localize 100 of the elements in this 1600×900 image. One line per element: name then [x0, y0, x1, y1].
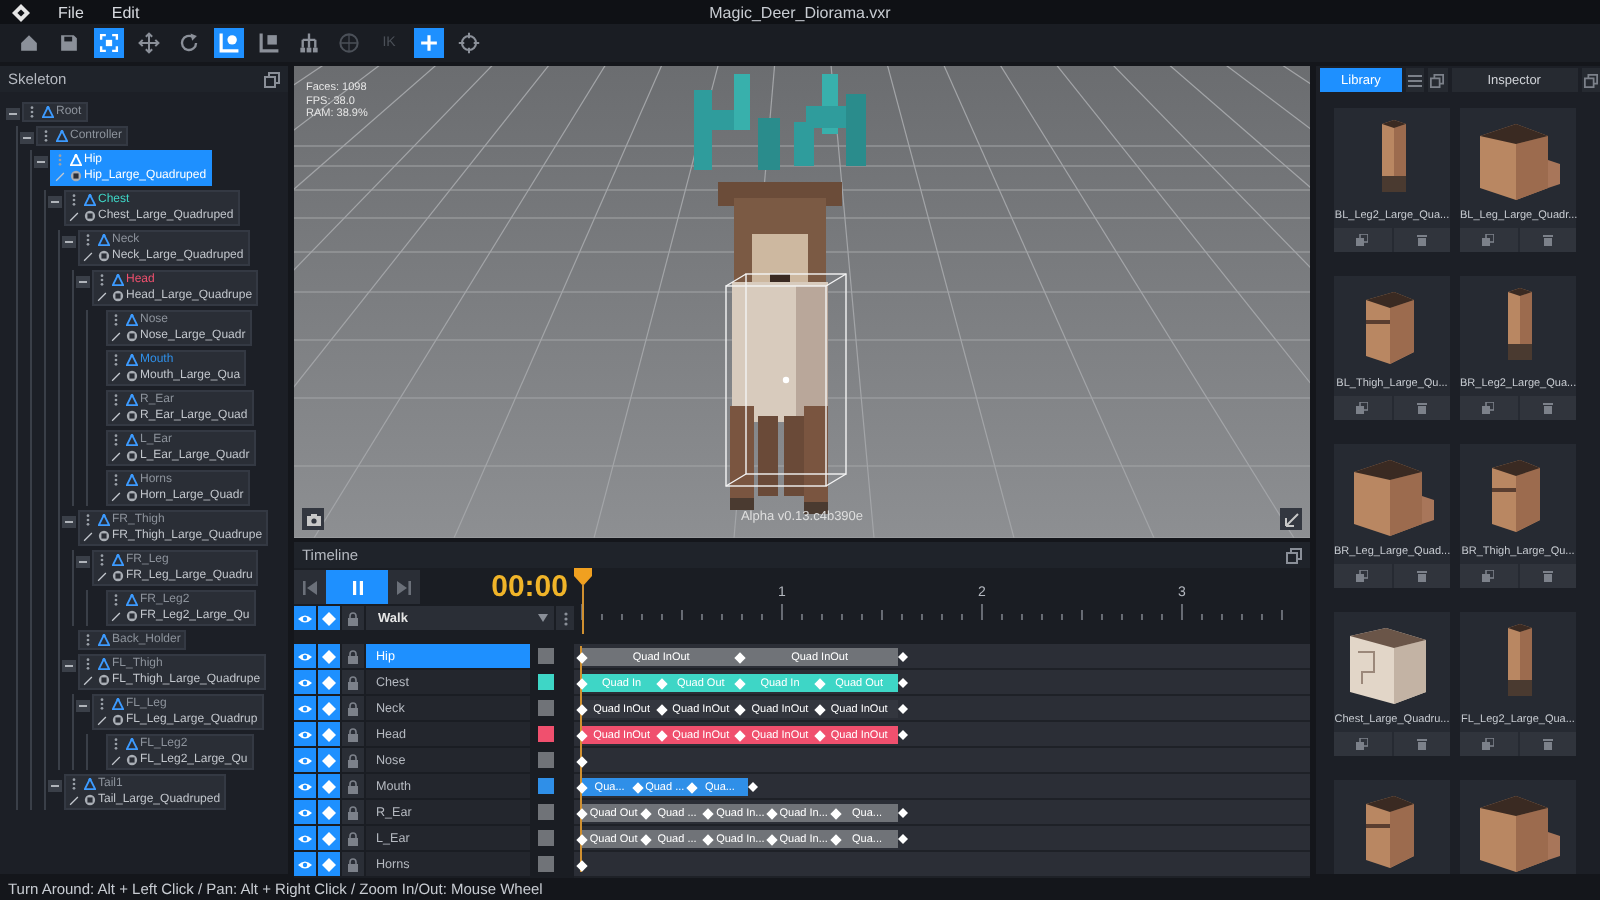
duplicate-button[interactable] [1460, 564, 1517, 588]
pencil-icon[interactable] [110, 410, 122, 422]
keyframe-icon[interactable] [576, 703, 588, 715]
collapse-icon[interactable] [76, 700, 90, 712]
eye-button[interactable] [294, 644, 316, 668]
track-color-swatch[interactable] [538, 752, 554, 768]
drag-handle-icon[interactable] [96, 274, 108, 286]
delete-button[interactable] [1519, 564, 1576, 588]
lock-button[interactable] [342, 606, 364, 630]
duplicate-button[interactable] [1460, 732, 1517, 756]
selection-box[interactable] [725, 273, 847, 487]
duplicate-button[interactable] [1460, 228, 1517, 252]
eye-button[interactable] [294, 774, 316, 798]
keyframe-icon[interactable] [747, 782, 758, 792]
eye-button[interactable] [294, 852, 316, 876]
pencil-icon[interactable] [96, 714, 108, 726]
move-button[interactable] [134, 28, 164, 58]
keyframe-icon[interactable] [898, 678, 909, 688]
eye-button[interactable] [294, 696, 316, 720]
menu-item[interactable]: File [58, 3, 84, 21]
previous-button[interactable] [294, 570, 326, 604]
keyframe-icon[interactable] [734, 703, 747, 715]
collapse-icon[interactable] [62, 516, 76, 528]
drag-handle-icon[interactable] [82, 234, 94, 246]
lock-button[interactable] [342, 852, 364, 876]
duplicate-button[interactable] [1334, 732, 1391, 756]
drag-handle-icon[interactable] [110, 474, 122, 486]
collapse-icon[interactable] [62, 660, 76, 672]
lock-button[interactable] [342, 774, 364, 798]
drag-handle-icon[interactable] [54, 154, 66, 166]
keyframe-button[interactable] [318, 852, 340, 876]
delete-button[interactable] [1519, 732, 1576, 756]
drag-handle-icon[interactable] [82, 658, 94, 670]
delete-button[interactable] [1519, 228, 1576, 252]
playhead-handle[interactable] [574, 568, 592, 634]
drag-handle-icon[interactable] [110, 354, 122, 366]
pencil-icon[interactable] [68, 794, 80, 806]
crosshair-button[interactable] [454, 28, 484, 58]
keyframe-icon[interactable] [576, 755, 588, 767]
delete-button[interactable] [1393, 732, 1450, 756]
pencil-icon[interactable] [82, 250, 94, 262]
fit-view-button[interactable] [94, 28, 124, 58]
track-color-swatch[interactable] [538, 726, 554, 742]
lock-button[interactable] [342, 722, 364, 746]
pencil-icon[interactable] [110, 330, 122, 342]
plus-button[interactable] [414, 28, 444, 58]
pause-button[interactable] [326, 570, 388, 604]
collapse-icon[interactable] [6, 108, 20, 120]
keyframe-button[interactable] [318, 606, 340, 630]
keyframe-icon[interactable] [898, 730, 909, 740]
pencil-icon[interactable] [96, 290, 108, 302]
keyframe-icon[interactable] [898, 808, 909, 818]
pencil-icon[interactable] [96, 570, 108, 582]
track-color-swatch[interactable] [538, 856, 554, 872]
pencil-icon[interactable] [82, 674, 94, 686]
lock-button[interactable] [342, 696, 364, 720]
drag-handle-icon[interactable] [40, 130, 52, 142]
axis-button[interactable] [1280, 508, 1302, 530]
track-color-swatch[interactable] [538, 700, 554, 716]
keyframe-button[interactable] [318, 800, 340, 824]
collapse-icon[interactable] [48, 780, 62, 792]
list-view-button[interactable] [1405, 68, 1425, 92]
drag-handle-icon[interactable] [68, 778, 80, 790]
eye-button[interactable] [294, 800, 316, 824]
popout-icon[interactable] [1286, 547, 1302, 563]
animation-clip[interactable] [582, 700, 899, 718]
lock-button[interactable] [342, 670, 364, 694]
keyframe-button[interactable] [318, 748, 340, 772]
bone-button[interactable] [214, 28, 244, 58]
collapse-icon[interactable] [62, 236, 76, 248]
keyframe-icon[interactable] [655, 703, 667, 715]
track-color-swatch[interactable] [538, 830, 554, 846]
keyframe-button[interactable] [318, 670, 340, 694]
track-color-swatch[interactable] [538, 778, 554, 794]
eye-button[interactable] [294, 606, 316, 630]
keyframe-icon[interactable] [898, 704, 909, 714]
track-color-swatch[interactable] [538, 674, 554, 690]
pencil-icon[interactable] [110, 754, 122, 766]
collapse-icon[interactable] [76, 556, 90, 568]
popout-button[interactable] [1428, 68, 1447, 92]
keyframe-icon[interactable] [576, 833, 588, 845]
drag-handle-icon[interactable] [96, 554, 108, 566]
duplicate-button[interactable] [1334, 564, 1391, 588]
drag-handle-icon[interactable] [110, 394, 122, 406]
animation-clip[interactable] [582, 648, 899, 666]
track-color-swatch[interactable] [538, 648, 554, 664]
keyframe-icon[interactable] [576, 677, 588, 689]
keyframe-icon[interactable] [898, 834, 909, 844]
lock-button[interactable] [342, 826, 364, 850]
drag-handle-icon[interactable] [82, 514, 94, 526]
collapse-icon[interactable] [48, 196, 62, 208]
pencil-icon[interactable] [110, 450, 122, 462]
pencil-icon[interactable] [68, 210, 80, 222]
keyframe-icon[interactable] [576, 651, 588, 663]
duplicate-button[interactable] [1334, 396, 1391, 420]
keyframe-icon[interactable] [576, 807, 588, 819]
next-button[interactable] [388, 570, 420, 604]
eye-button[interactable] [294, 826, 316, 850]
collapse-icon[interactable] [20, 132, 34, 144]
collapse-icon[interactable] [76, 276, 90, 288]
